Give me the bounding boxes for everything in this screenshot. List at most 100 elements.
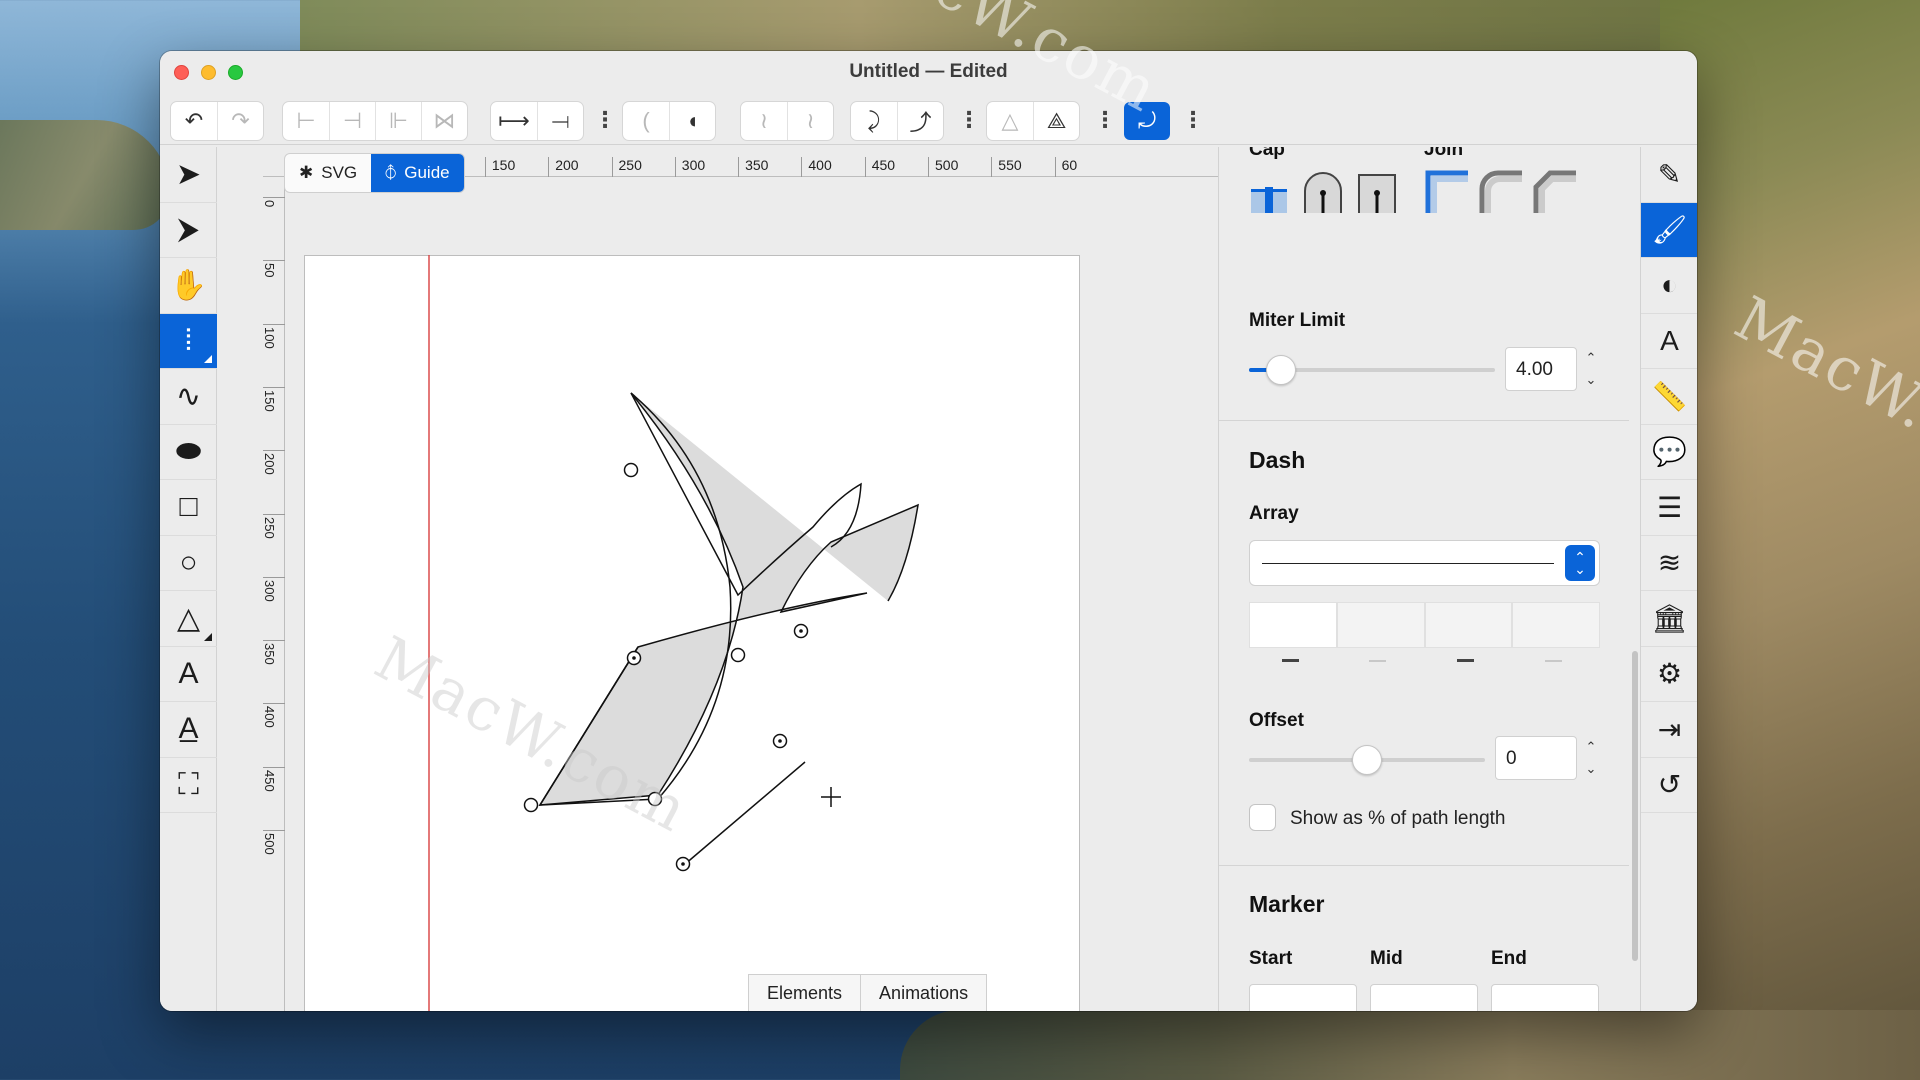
desktop-cliff-top: [300, 0, 1700, 55]
submenu-corner-icon: [204, 355, 212, 363]
cap-square-icon[interactable]: [1355, 169, 1399, 213]
settings-gears-icon[interactable]: ⚙: [1641, 647, 1697, 702]
rectangle-icon[interactable]: □: [160, 480, 217, 536]
undo-icon[interactable]: ↶: [171, 102, 217, 140]
distribute-center-icon[interactable]: ⊣: [329, 102, 375, 140]
history-icon[interactable]: ↺: [1641, 758, 1697, 813]
offset-slider-knob[interactable]: [1352, 745, 1382, 775]
triangle-filled-icon[interactable]: ⟁: [1033, 102, 1079, 140]
desktop-cliff-right: [1660, 0, 1920, 1080]
chevron-down-icon[interactable]: ⌄: [1586, 372, 1597, 388]
inspector-scrollbar[interactable]: [1632, 651, 1638, 961]
distribute-spacing-icon[interactable]: ⋈: [421, 102, 467, 140]
drawing-layer[interactable]: [218, 147, 1278, 1011]
space-vertical-icon[interactable]: ⟞: [537, 102, 583, 140]
guide-view-button[interactable]: ⦽ Guide: [371, 154, 464, 192]
wave-a-icon[interactable]: ≀: [741, 102, 787, 140]
distribute-right-icon[interactable]: ⊩: [375, 102, 421, 140]
svg-view-button[interactable]: ✱ SVG: [285, 154, 371, 192]
control-point-dot: [778, 739, 782, 743]
dash-marker: [1457, 659, 1474, 662]
comment-icon[interactable]: 💬: [1641, 425, 1697, 480]
circle-icon[interactable]: ○: [160, 536, 217, 591]
control-point-dot: [632, 656, 636, 660]
dash-cell[interactable]: [1336, 602, 1425, 648]
join-bevel-icon[interactable]: [1532, 169, 1576, 213]
text-icon[interactable]: A: [160, 647, 217, 702]
triangle-outline-icon[interactable]: △: [987, 102, 1033, 140]
dash-cell[interactable]: [1424, 602, 1513, 648]
chevron-up-icon[interactable]: ⌃: [1586, 350, 1597, 366]
ellipse-filled-icon[interactable]: ⬬: [160, 425, 217, 480]
show-percent-checkbox[interactable]: [1249, 804, 1276, 831]
spacing-group: ⟼ ⟞: [490, 101, 584, 141]
direct-select-icon[interactable]: ⮞: [160, 203, 217, 258]
node-tool-icon[interactable]: ⦙: [160, 313, 217, 369]
select-arrow-icon[interactable]: ➤: [160, 147, 217, 203]
rotate-path-icon[interactable]: ⤸: [851, 102, 897, 140]
library-icon[interactable]: 🏛: [1641, 591, 1697, 647]
marker-start-select[interactable]: [1249, 984, 1357, 1011]
cap-round-icon[interactable]: [1301, 169, 1345, 213]
cap-butt-icon[interactable]: [1247, 169, 1291, 213]
join-round-icon[interactable]: [1478, 169, 1522, 213]
redo-icon[interactable]: ↷: [217, 102, 263, 140]
arc-group: ( ◖: [622, 101, 716, 141]
distribute-group: ⊢ ⊣ ⊩ ⋈: [282, 101, 468, 141]
toolbar-more-icon[interactable]: ⋮: [1094, 108, 1116, 132]
canvas-area[interactable]: 05010015020025030035040045050055060 0501…: [218, 147, 1278, 1011]
offset-field[interactable]: 0: [1495, 736, 1577, 780]
dash-cell[interactable]: [1249, 602, 1337, 648]
toolbar-more-icon[interactable]: ⋮: [1182, 108, 1204, 132]
hand-icon[interactable]: ✋: [160, 258, 217, 314]
undo-redo-group: ↶ ↷: [170, 101, 264, 141]
stroke-brush-icon[interactable]: 🖌: [1641, 202, 1697, 258]
cap-label: Cap: [1249, 147, 1285, 160]
dash-array-select[interactable]: ⌃ ⌄: [1249, 540, 1600, 586]
ruler-icon[interactable]: 📏: [1641, 369, 1697, 425]
miter-limit-field[interactable]: 4.00: [1505, 347, 1577, 391]
tab-elements[interactable]: Elements: [749, 975, 860, 1011]
freehand-icon[interactable]: ∿: [160, 369, 217, 425]
handle-line: [683, 761, 806, 866]
wave-b-icon[interactable]: ≀: [787, 102, 833, 140]
titlebar: Untitled — Edited: [160, 51, 1697, 93]
dash-value-cells: [1249, 602, 1600, 648]
tab-animations[interactable]: Animations: [860, 975, 986, 1011]
triangle-icon[interactable]: △: [160, 591, 217, 647]
split-path-icon[interactable]: ⤴: [897, 102, 943, 140]
arc-open-icon[interactable]: (: [623, 102, 669, 140]
chevron-up-icon[interactable]: ⌃: [1586, 739, 1597, 755]
arc-closed-icon[interactable]: ◖: [669, 102, 715, 140]
join-label: Join: [1424, 147, 1464, 160]
marker-mid-select[interactable]: [1370, 984, 1478, 1011]
list-icon[interactable]: ☰: [1641, 480, 1697, 536]
layers-icon[interactable]: ≋: [1641, 536, 1697, 591]
export-icon[interactable]: ⇥: [1641, 702, 1697, 758]
guide-icon: ⦽: [385, 163, 397, 182]
miter-stepper[interactable]: ⌃ ⌄: [1581, 347, 1601, 391]
opacity-icon[interactable]: ◐: [1641, 258, 1697, 314]
desktop-cliff-left: [0, 120, 170, 230]
anchor-point: [730, 647, 746, 663]
magnet-snap-icon[interactable]: ⤾: [1124, 102, 1170, 140]
dash-cell[interactable]: [1512, 602, 1600, 648]
offset-stepper[interactable]: ⌃ ⌄: [1581, 736, 1601, 780]
chevron-down-icon[interactable]: ⌄: [1586, 761, 1597, 777]
miter-limit-slider[interactable]: [1249, 355, 1495, 385]
toolbar-more-icon[interactable]: ⋮: [594, 108, 616, 132]
crop-icon[interactable]: ⛶: [160, 758, 217, 813]
anchor-point: [523, 797, 539, 813]
distribute-left-icon[interactable]: ⊢: [283, 102, 329, 140]
offset-slider[interactable]: [1249, 745, 1485, 775]
marker-end-select[interactable]: [1491, 984, 1599, 1011]
text-on-path-icon[interactable]: A̲: [160, 702, 217, 758]
crosshair-cursor-icon: [821, 787, 841, 807]
font-icon[interactable]: A: [1641, 314, 1697, 369]
show-percent-label: Show as % of path length: [1290, 808, 1506, 829]
miter-slider-knob[interactable]: [1265, 355, 1296, 385]
fill-paint-icon[interactable]: ✎: [1641, 147, 1697, 203]
toolbar-more-icon[interactable]: ⋮: [958, 108, 980, 132]
space-horizontal-icon[interactable]: ⟼: [491, 102, 537, 140]
join-miter-icon[interactable]: [1424, 169, 1468, 213]
